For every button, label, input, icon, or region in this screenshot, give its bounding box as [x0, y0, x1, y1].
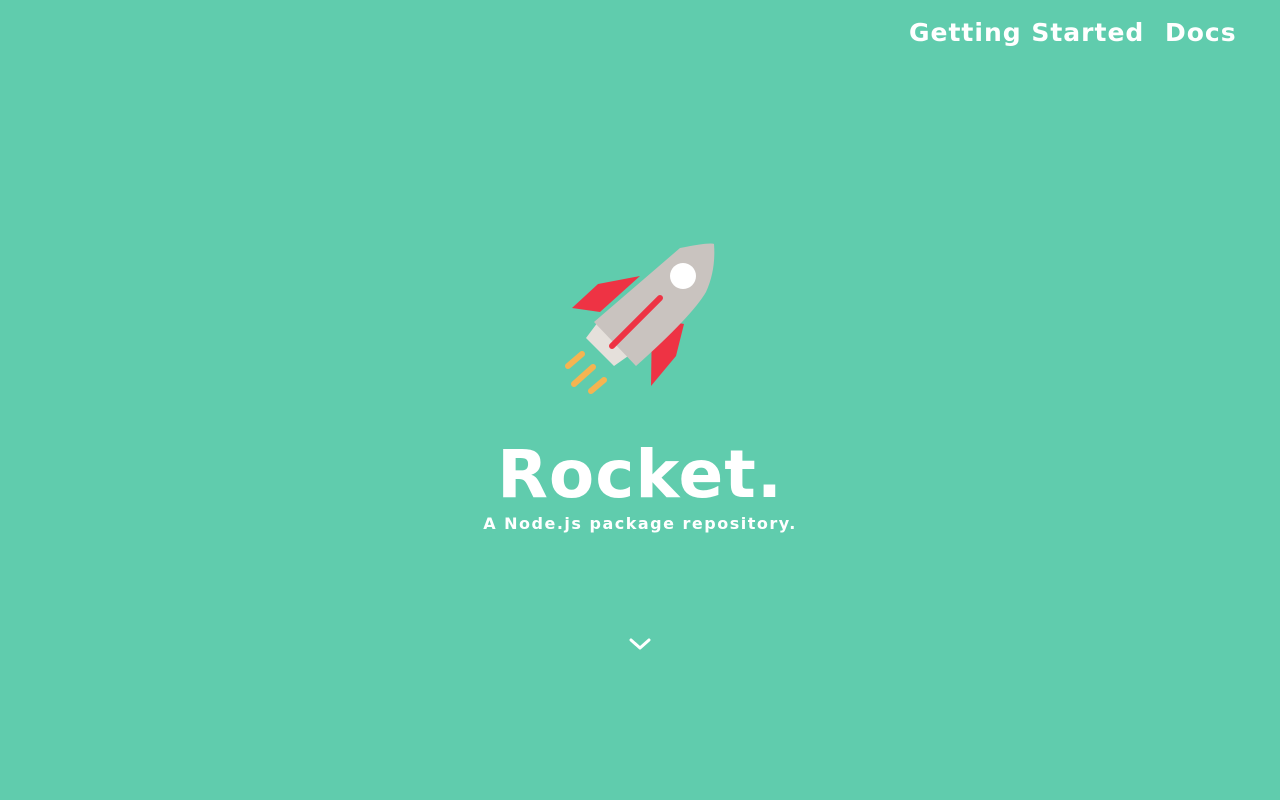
chevron-down-icon [629, 638, 651, 650]
site-title: Rocket. [497, 436, 783, 513]
nav-link-docs[interactable]: Docs [1165, 18, 1237, 47]
rocket-icon [560, 240, 720, 400]
scroll-down-button[interactable] [624, 628, 656, 660]
site-subtitle: A Node.js package repository. [483, 514, 797, 533]
nav-link-getting-started[interactable]: Getting Started [909, 18, 1144, 47]
